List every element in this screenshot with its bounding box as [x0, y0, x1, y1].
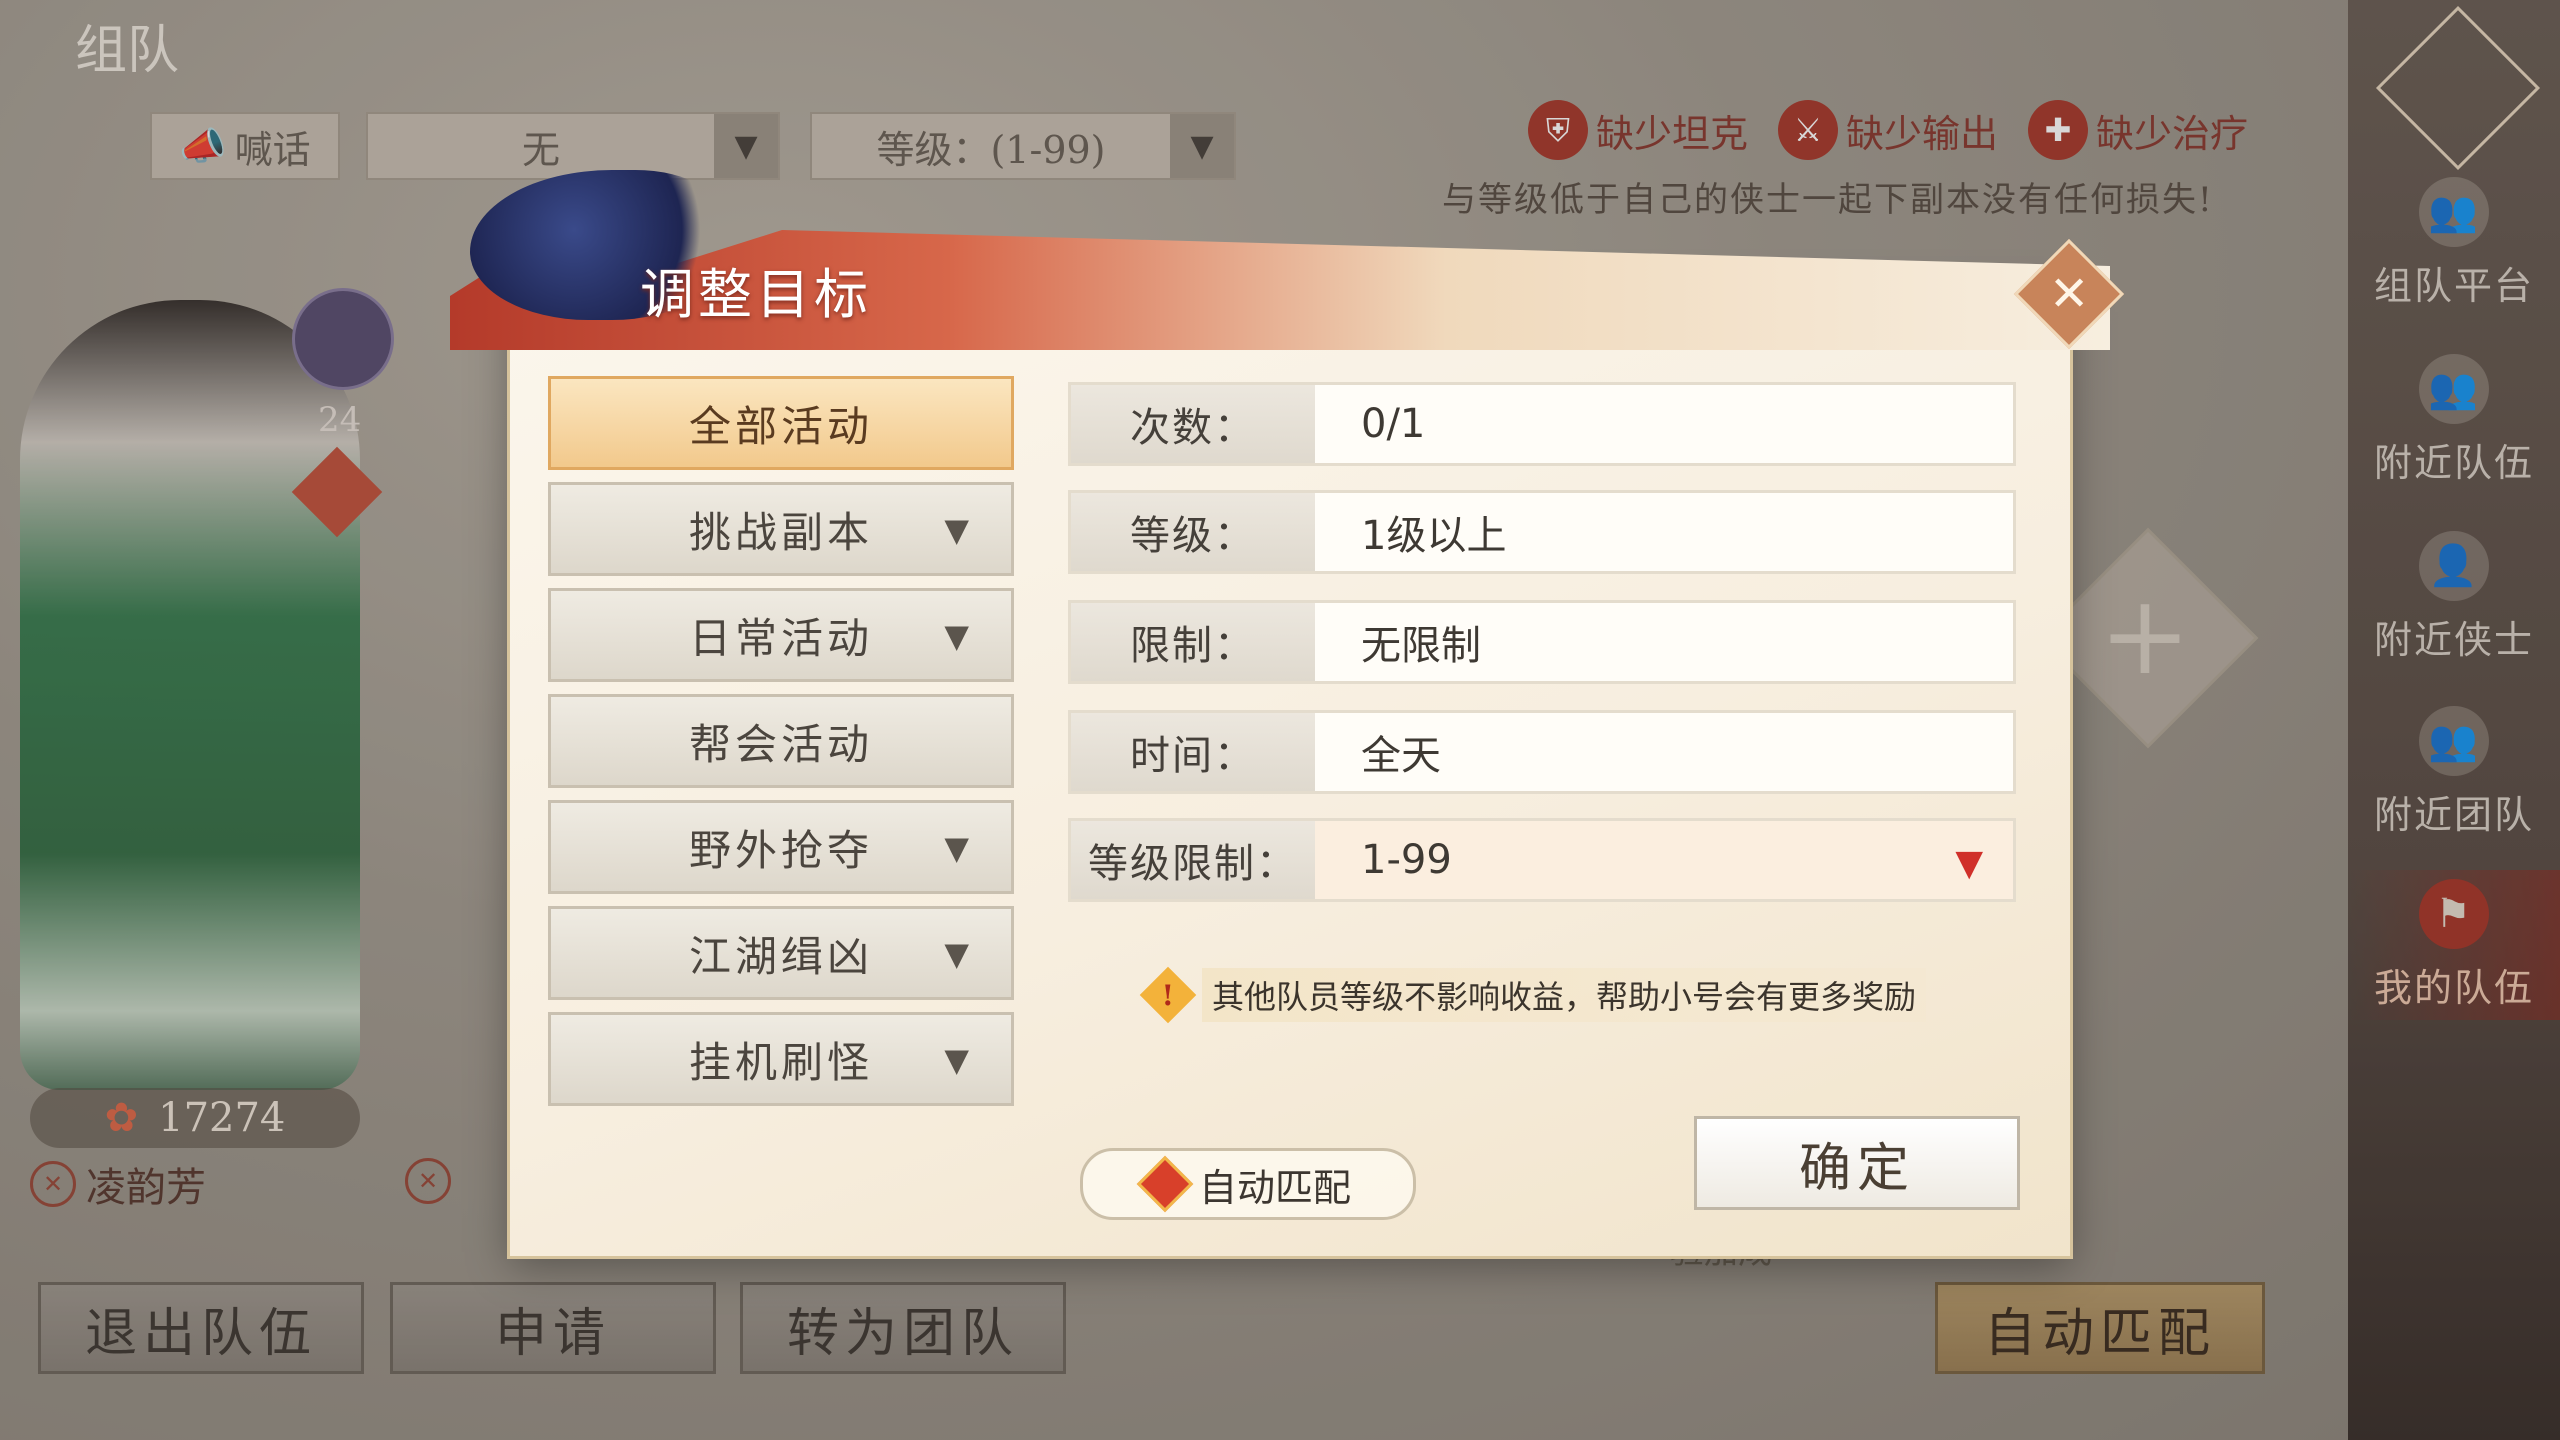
detail-label: 次数： [1071, 385, 1315, 463]
category-daily[interactable]: 日常活动 ▼ [548, 588, 1014, 682]
category-label: 日常活动 [688, 613, 873, 663]
detail-value: 全天 [1361, 733, 1441, 779]
confirm-button[interactable]: 确定 [1694, 1116, 2020, 1210]
category-label: 挑战副本 [688, 507, 873, 557]
detail-label: 等级限制： [1071, 821, 1315, 899]
detail-count: 次数： 0/1 [1068, 382, 2016, 466]
chevron-down-icon: ▼ [944, 511, 973, 549]
detail-label: 时间： [1071, 713, 1315, 791]
warning-icon: ! [1139, 966, 1197, 1024]
detail-value: 1级以上 [1361, 513, 1507, 559]
category-label: 帮会活动 [688, 719, 873, 769]
category-guild[interactable]: 帮会活动 [548, 694, 1014, 788]
auto-match-toggle[interactable]: 自动匹配 [1080, 1148, 1416, 1220]
chevron-down-icon: ▼ [944, 935, 973, 973]
close-icon: ✕ [2048, 266, 2090, 322]
dropdown-arrow-icon: ▼ [1955, 843, 1983, 884]
chevron-down-icon: ▼ [944, 1041, 973, 1079]
auto-match-label: 自动匹配 [1198, 1165, 1351, 1210]
diamond-icon [1136, 1155, 1194, 1213]
category-label: 江湖缉凶 [688, 931, 873, 981]
detail-level: 等级： 1级以上 [1068, 490, 2016, 574]
detail-time: 时间： 全天 [1068, 710, 2016, 794]
level-limit-value: 1-99 [1315, 821, 2013, 899]
category-afk-grind[interactable]: 挂机刷怪 ▼ [548, 1012, 1014, 1106]
detail-label: 等级： [1071, 493, 1315, 571]
category-all[interactable]: 全部活动 [548, 376, 1014, 470]
detail-value: 无限制 [1361, 623, 1481, 669]
chevron-down-icon: ▼ [944, 829, 973, 867]
reward-notice: ! 其他队员等级不影响收益，帮助小号会有更多奖励 [1139, 966, 1927, 1024]
category-challenge-dungeon[interactable]: 挑战副本 ▼ [548, 482, 1014, 576]
detail-label: 限制： [1071, 603, 1315, 681]
dialog-title: 调整目标 [640, 263, 872, 326]
category-bounty[interactable]: 江湖缉凶 ▼ [548, 906, 1014, 1000]
chevron-down-icon: ▼ [944, 617, 973, 655]
category-label: 野外抢夺 [688, 825, 873, 875]
category-label: 全部活动 [688, 401, 873, 451]
detail-restriction: 限制： 无限制 [1068, 600, 2016, 684]
level-limit-select[interactable]: 等级限制： 1-99 ▼ [1068, 818, 2016, 902]
notice-text: 其他队员等级不影响收益，帮助小号会有更多奖励 [1202, 968, 1927, 1022]
category-field-raid[interactable]: 野外抢夺 ▼ [548, 800, 1014, 894]
detail-value: 0/1 [1361, 401, 1426, 447]
category-label: 挂机刷怪 [688, 1037, 873, 1087]
